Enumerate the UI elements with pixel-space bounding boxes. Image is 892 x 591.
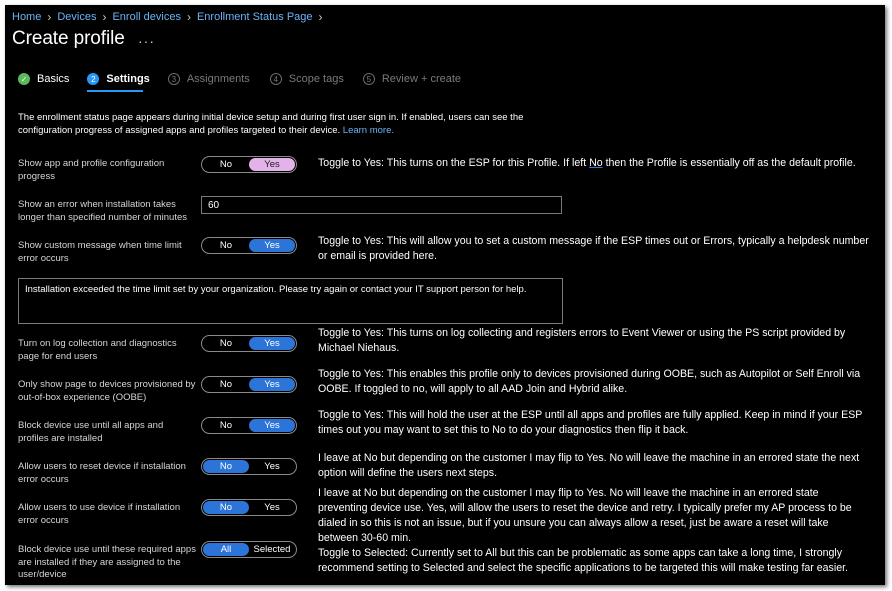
intro-text: The enrollment status page appears durin… bbox=[18, 112, 524, 136]
toggle-option-all[interactable]: All bbox=[203, 543, 249, 556]
toggle-option-no[interactable]: No bbox=[203, 501, 249, 514]
setting-label-block-required-apps: Block device use until these required ap… bbox=[18, 544, 196, 580]
breadcrumb: Home › Devices › Enroll devices › Enroll… bbox=[12, 9, 329, 25]
more-options-icon[interactable]: ··· bbox=[138, 33, 155, 49]
toggle-option-yes[interactable]: Yes bbox=[249, 378, 295, 391]
note-block-required-apps: Toggle to Selected: Currently set to All… bbox=[318, 547, 848, 574]
step-label: Basics bbox=[37, 73, 70, 85]
allow-reset-toggle[interactable]: No Yes bbox=[201, 458, 297, 475]
note-oobe-only: Toggle to Yes: This enables this profile… bbox=[318, 368, 861, 395]
block-required-apps-toggle[interactable]: All Selected bbox=[201, 541, 297, 558]
app-window: Home › Devices › Enroll devices › Enroll… bbox=[5, 5, 885, 585]
step-settings[interactable]: 2 Settings bbox=[87, 73, 150, 85]
step-basics[interactable]: ✓ Basics bbox=[18, 73, 69, 85]
step-number: 3 bbox=[167, 73, 180, 85]
step-number: 5 bbox=[362, 73, 375, 85]
step-review-create[interactable]: 5 Review + create bbox=[362, 73, 462, 85]
note-log-collection: Toggle to Yes: This turns on log collect… bbox=[318, 327, 846, 354]
allow-use-toggle[interactable]: No Yes bbox=[201, 499, 297, 516]
toggle-option-yes[interactable]: Yes bbox=[249, 337, 295, 350]
chevron-right-icon: › bbox=[102, 10, 107, 24]
step-number: 4 bbox=[269, 73, 282, 85]
active-tab-indicator bbox=[87, 90, 143, 92]
toggle-option-yes[interactable]: Yes bbox=[249, 158, 295, 171]
step-label: Assignments bbox=[186, 73, 250, 85]
setting-label-log-collection: Turn on log collection and diagnostics p… bbox=[18, 338, 177, 362]
page-title: Create profile bbox=[12, 28, 125, 49]
toggle-option-yes[interactable]: Yes bbox=[249, 239, 295, 252]
toggle-option-yes[interactable]: Yes bbox=[249, 501, 295, 514]
chevron-right-icon: › bbox=[318, 10, 323, 24]
breadcrumb-enroll-devices[interactable]: Enroll devices bbox=[112, 11, 180, 23]
log-collection-toggle[interactable]: No Yes bbox=[201, 335, 297, 352]
step-assignments[interactable]: 3 Assignments bbox=[167, 73, 250, 85]
toggle-option-no[interactable]: No bbox=[203, 419, 249, 432]
block-until-installed-toggle[interactable]: No Yes bbox=[201, 417, 297, 434]
error-timeout-minutes-input[interactable]: 60 bbox=[201, 196, 562, 214]
chevron-right-icon: › bbox=[186, 10, 191, 24]
setting-label-allow-reset: Allow users to reset device if installat… bbox=[18, 461, 186, 485]
toggle-option-yes[interactable]: Yes bbox=[249, 419, 295, 432]
setting-label-error-timeout: Show an error when installation takes lo… bbox=[18, 199, 187, 223]
setting-label-block-until-installed: Block device use until all apps and prof… bbox=[18, 420, 164, 444]
toggle-option-no[interactable]: No bbox=[203, 337, 249, 350]
wizard-steps: ✓ Basics 2 Settings 3 Assignments 4 Scop… bbox=[18, 71, 461, 87]
learn-more-link[interactable]: Learn more. bbox=[343, 125, 394, 136]
step-label: Review + create bbox=[381, 73, 462, 85]
breadcrumb-enrollment-status-page[interactable]: Enrollment Status Page bbox=[197, 11, 313, 23]
breadcrumb-home[interactable]: Home bbox=[12, 11, 41, 23]
step-scope-tags[interactable]: 4 Scope tags bbox=[269, 73, 344, 85]
breadcrumb-devices[interactable]: Devices bbox=[57, 11, 96, 23]
custom-message-toggle[interactable]: No Yes bbox=[201, 237, 297, 254]
setting-label-show-progress: Show app and profile configuration progr… bbox=[18, 158, 165, 182]
note-block-until-installed: Toggle to Yes: This will hold the user a… bbox=[318, 409, 863, 436]
toggle-option-no[interactable]: No bbox=[203, 460, 249, 473]
setting-label-oobe-only: Only show page to devices provisioned by… bbox=[18, 379, 196, 403]
note-custom-message: Toggle to Yes: This will allow you to se… bbox=[318, 235, 869, 262]
step-label: Settings bbox=[106, 73, 150, 85]
toggle-option-no[interactable]: No bbox=[203, 378, 249, 391]
toggle-option-selected[interactable]: Selected bbox=[249, 543, 295, 556]
note-allow-use: I leave at No but depending on the custo… bbox=[318, 487, 852, 544]
custom-message-textarea[interactable]: Installation exceeded the time limit set… bbox=[18, 278, 563, 324]
setting-label-allow-use: Allow users to use device if installatio… bbox=[18, 502, 181, 526]
chevron-right-icon: › bbox=[47, 10, 52, 24]
oobe-only-toggle[interactable]: No Yes bbox=[201, 376, 297, 393]
show-progress-toggle[interactable]: No Yes bbox=[201, 156, 297, 173]
toggle-option-no[interactable]: No bbox=[203, 239, 249, 252]
intro-description: The enrollment status page appears durin… bbox=[18, 111, 538, 137]
toggle-option-yes[interactable]: Yes bbox=[249, 460, 295, 473]
toggle-option-no[interactable]: No bbox=[203, 158, 249, 171]
setting-label-custom-message: Show custom message when time limit erro… bbox=[18, 240, 182, 264]
checkmark-icon: ✓ bbox=[18, 73, 30, 85]
step-number: 2 bbox=[87, 73, 100, 85]
step-label: Scope tags bbox=[288, 73, 344, 85]
note-show-progress: Toggle to Yes: This turns on the ESP for… bbox=[318, 157, 856, 169]
note-allow-reset: I leave at No but depending on the custo… bbox=[318, 452, 860, 479]
